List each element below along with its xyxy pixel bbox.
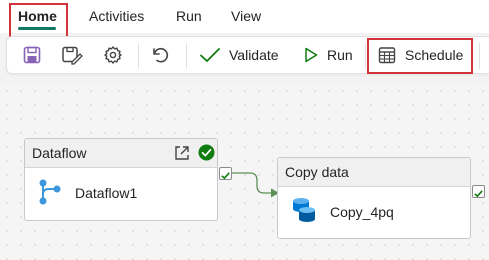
dataflow-icon: [39, 179, 61, 205]
success-status-icon: [198, 144, 215, 161]
open-external-icon[interactable]: [173, 144, 191, 162]
checkmark-icon: [221, 172, 230, 180]
success-output-port[interactable]: [219, 167, 232, 180]
checkmark-icon: [474, 190, 483, 198]
dataflow-activity-node[interactable]: Dataflow Dataflow1: [24, 138, 218, 221]
copy-data-activity-node[interactable]: Copy data Copy_4pq: [277, 157, 471, 239]
node-header: Dataflow: [25, 139, 217, 168]
node-type-label: Copy data: [285, 164, 349, 180]
node-name: Copy_4pq: [330, 204, 394, 220]
copy-data-icon: [293, 198, 315, 222]
node-name: Dataflow1: [75, 185, 138, 201]
success-output-port[interactable]: [472, 185, 485, 198]
node-type-label: Dataflow: [32, 145, 87, 161]
node-header: Copy data: [278, 158, 470, 187]
